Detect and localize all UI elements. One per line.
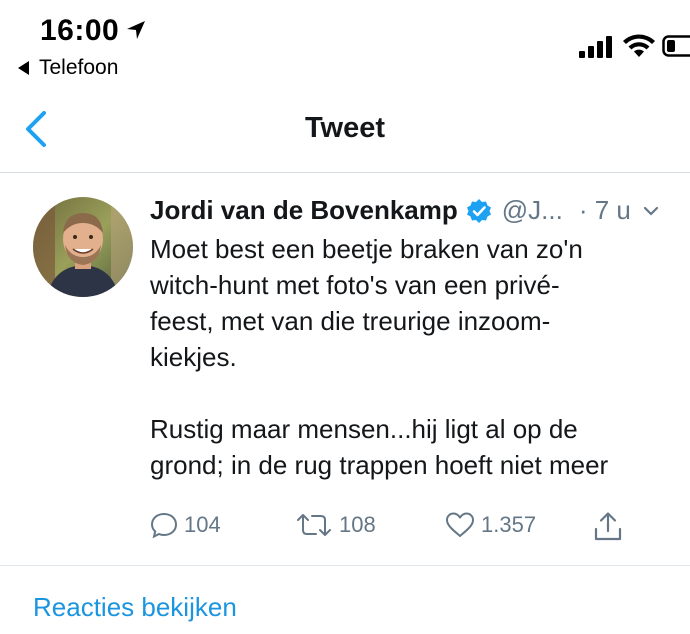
display-name[interactable]: Jordi van de Bovenkamp: [150, 195, 458, 226]
page-title: Tweet: [304, 112, 386, 144]
tweet-card[interactable]: Jordi van de Bovenkamp @J... · 7 u Moet …: [0, 173, 690, 566]
navigation-bar: Tweet: [0, 90, 690, 173]
tweet-time: · 7 u: [578, 195, 631, 225]
reply-button[interactable]: 104: [150, 511, 221, 539]
like-button[interactable]: 1.357: [445, 511, 536, 539]
tweet-text: Moet best een beetje braken van zo'n wit…: [150, 234, 609, 480]
avatar-image: [33, 197, 133, 297]
reply-icon: [150, 512, 178, 539]
like-count: 1.357: [481, 512, 537, 537]
retweet-count: 108: [339, 512, 376, 537]
tweet-header: Jordi van de Bovenkamp @J... · 7 u: [150, 195, 659, 226]
retweet-button[interactable]: 108: [295, 511, 376, 539]
verified-badge-icon: [466, 198, 491, 223]
handle[interactable]: @J...: [502, 195, 563, 226]
location-arrow-icon: [127, 21, 145, 39]
reply-count: 104: [184, 512, 221, 537]
tweet-actions: 104 108 1.357: [150, 511, 670, 547]
status-time: 16:00: [40, 14, 120, 47]
view-replies-link[interactable]: Reacties bekijken: [33, 592, 237, 623]
chevron-down-icon[interactable]: [643, 203, 659, 219]
status-bar: 16:00 Telefoon: [0, 0, 690, 90]
retweet-icon: [297, 514, 331, 536]
heart-icon: [446, 512, 474, 537]
back-app-label: Telefoon: [39, 56, 119, 79]
share-button[interactable]: [592, 511, 624, 543]
share-icon: [594, 512, 622, 541]
battery-icon: [662, 35, 690, 57]
wifi-icon: [623, 34, 655, 57]
cellular-signal-icon: [579, 36, 612, 58]
avatar[interactable]: [33, 197, 133, 297]
back-to-app-link[interactable]: Telefoon: [18, 56, 118, 80]
back-triangle-icon: [18, 61, 29, 75]
tweet-detail-screen: 16:00 Telefoon Tweet Jordi van de Bovenk…: [0, 0, 690, 634]
